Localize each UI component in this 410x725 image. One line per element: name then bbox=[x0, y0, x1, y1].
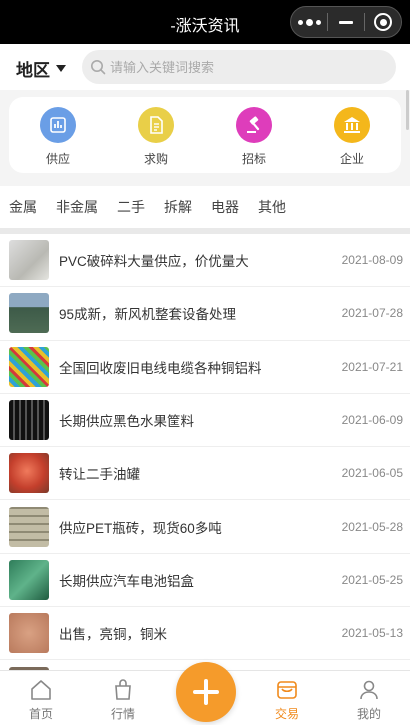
category-label: 企业 bbox=[339, 152, 364, 166]
trade-icon bbox=[277, 681, 297, 699]
nav-label: 首页 bbox=[28, 707, 53, 721]
item-title: 供应PET瓶砖，现货60多吨 bbox=[59, 520, 222, 536]
nav-market[interactable]: 行情 bbox=[82, 671, 164, 725]
close-button[interactable] bbox=[365, 7, 401, 37]
item-date: 2021-07-28 bbox=[341, 306, 403, 321]
item-date: 2021-07-21 bbox=[341, 359, 403, 374]
chart-icon bbox=[40, 107, 76, 143]
search-bar: 地区 bbox=[0, 44, 410, 90]
title-bar: -涨沃资讯 bbox=[0, 0, 410, 44]
list-item[interactable]: 全国回收废旧电线电缆各种铜铝料 2021-07-21 bbox=[0, 341, 410, 394]
item-thumbnail bbox=[9, 346, 49, 387]
tab-metal[interactable]: 金属 bbox=[9, 197, 37, 217]
category-label: 求购 bbox=[143, 152, 168, 166]
nav-mine[interactable]: 我的 bbox=[328, 671, 410, 725]
category-tender[interactable]: 招标 bbox=[205, 97, 303, 173]
category-panel: 供应 求购 招标 企业 bbox=[9, 97, 401, 173]
list-item[interactable]: 长期供应黑色水果筐料 2021-06-09 bbox=[0, 394, 410, 448]
publish-button[interactable] bbox=[176, 662, 236, 722]
more-dots-icon bbox=[297, 18, 321, 26]
list-item[interactable]: 95成新，新风机整套设备处理 2021-07-28 bbox=[0, 287, 410, 341]
home-icon bbox=[31, 680, 51, 700]
category-supply[interactable]: 供应 bbox=[9, 97, 107, 173]
category-purchase[interactable]: 求购 bbox=[107, 97, 205, 173]
nav-home[interactable]: 首页 bbox=[0, 671, 82, 725]
minimize-button[interactable] bbox=[328, 7, 364, 37]
document-icon bbox=[138, 107, 174, 143]
item-thumbnail bbox=[9, 506, 49, 547]
search-box[interactable] bbox=[82, 50, 396, 84]
target-icon bbox=[374, 13, 392, 31]
region-selector[interactable]: 地区 bbox=[16, 56, 66, 81]
item-date: 2021-06-05 bbox=[341, 466, 403, 481]
list-item[interactable]: 出售，亮铜，铜米 2021-05-13 bbox=[0, 607, 410, 661]
item-title: PVC破碎料大量供应，价优量大 bbox=[59, 254, 249, 270]
minus-icon bbox=[339, 20, 353, 24]
bank-icon bbox=[334, 107, 370, 143]
search-input[interactable] bbox=[110, 59, 380, 75]
caret-down-icon bbox=[56, 65, 66, 72]
gavel-icon bbox=[236, 107, 272, 143]
item-thumbnail bbox=[9, 240, 49, 281]
tab-secondhand[interactable]: 二手 bbox=[117, 197, 145, 217]
item-title: 出售，亮铜，铜米 bbox=[59, 627, 167, 643]
tab-other[interactable]: 其他 bbox=[258, 197, 286, 217]
filter-tabs: 金属 非金属 二手 拆解 电器 其他 bbox=[0, 186, 410, 228]
item-thumbnail bbox=[9, 613, 49, 654]
category-label: 招标 bbox=[241, 152, 266, 166]
item-title: 95成新，新风机整套设备处理 bbox=[59, 307, 237, 323]
nav-label: 交易 bbox=[274, 707, 299, 721]
shopping-bag-icon bbox=[115, 679, 131, 700]
item-title: 转让二手油罐 bbox=[59, 467, 140, 483]
more-button[interactable] bbox=[291, 7, 327, 37]
item-thumbnail bbox=[9, 400, 49, 441]
category-label: 供应 bbox=[45, 152, 70, 166]
item-title: 长期供应汽车电池铝盒 bbox=[59, 573, 194, 589]
item-date: 2021-05-13 bbox=[341, 626, 403, 641]
scrollbar[interactable] bbox=[406, 90, 409, 130]
item-title: 全国回收废旧电线电缆各种铜铝料 bbox=[59, 360, 262, 376]
list-item[interactable]: 供应PET瓶砖，现货60多吨 2021-05-28 bbox=[0, 500, 410, 554]
trade-list: PVC破碎料大量供应，价优量大 2021-08-09 95成新，新风机整套设备处… bbox=[0, 234, 410, 670]
list-item[interactable]: PVC破碎料大量供应，价优量大 2021-08-09 bbox=[0, 234, 410, 288]
tab-appliance[interactable]: 电器 bbox=[211, 197, 239, 217]
item-title: 长期供应黑色水果筐料 bbox=[59, 414, 194, 430]
item-thumbnail bbox=[9, 293, 49, 334]
plus-icon bbox=[193, 679, 219, 705]
item-date: 2021-08-09 bbox=[341, 253, 403, 268]
list-item[interactable]: 转让二手油罐 2021-06-05 bbox=[0, 447, 410, 501]
mini-program-capsule bbox=[290, 6, 402, 38]
category-enterprise[interactable]: 企业 bbox=[303, 97, 401, 173]
item-thumbnail bbox=[9, 453, 49, 494]
tab-dismantle[interactable]: 拆解 bbox=[164, 197, 192, 217]
nav-label: 我的 bbox=[356, 707, 381, 721]
user-icon bbox=[360, 680, 378, 700]
item-thumbnail bbox=[9, 559, 49, 600]
list-item[interactable]: 长期供应汽车电池铝盒 2021-05-25 bbox=[0, 554, 410, 608]
tab-nonmetal[interactable]: 非金属 bbox=[56, 197, 98, 217]
item-date: 2021-05-28 bbox=[341, 519, 403, 534]
item-date: 2021-05-25 bbox=[341, 572, 403, 587]
search-icon bbox=[91, 60, 106, 75]
nav-label: 行情 bbox=[110, 707, 135, 721]
region-label: 地区 bbox=[16, 61, 50, 80]
nav-trade[interactable]: 交易 bbox=[246, 671, 328, 725]
item-date: 2021-06-09 bbox=[341, 413, 403, 428]
